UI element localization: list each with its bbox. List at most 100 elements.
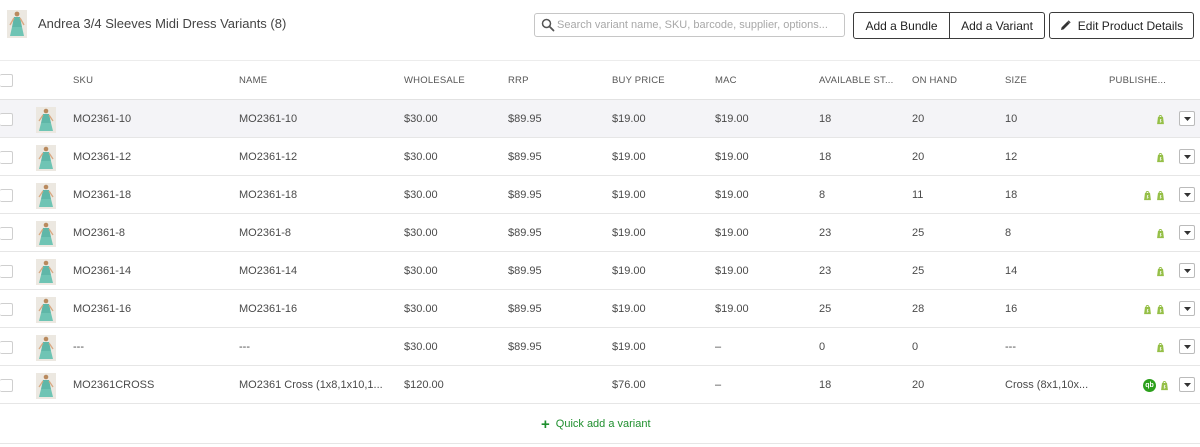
cell-buy-price: $19.00 [612,341,646,353]
cell-wholesale: $30.00 [404,151,438,163]
variant-thumbnail [36,373,56,399]
table-row[interactable]: MO2361-18 MO2361-18 $30.00 $89.95 $19.00 $19.… [0,176,1200,214]
add-bundle-button[interactable]: Add a Bundle [853,12,950,39]
cell-size: 12 [1005,151,1018,163]
cell-available-stock: 18 [819,379,832,391]
variant-thumbnail [36,297,56,323]
row-checkbox[interactable] [0,151,13,164]
cell-sku: --- [73,341,84,353]
select-all-checkbox[interactable] [0,74,13,87]
cell-buy-price: $19.00 [612,189,646,201]
row-actions-dropdown[interactable] [1179,111,1195,126]
variant-thumbnail [36,145,56,171]
cell-wholesale: $30.00 [404,303,438,315]
column-header-available-stock[interactable]: AVAILABLE ST... [819,75,893,86]
column-header-buy-price[interactable]: BUY PRICE [612,75,665,86]
cell-mac: $19.00 [715,189,749,201]
shopify-icon [1156,342,1165,353]
edit-product-details-button[interactable]: Edit Product Details [1049,12,1194,39]
cell-wholesale: $30.00 [404,189,438,201]
search-input[interactable] [557,16,841,34]
column-header-mac[interactable]: MAC [715,75,737,86]
cell-sku: MO2361-18 [73,189,132,201]
cell-buy-price: $19.00 [612,113,646,125]
row-checkbox[interactable] [0,227,13,240]
published-channels [1156,265,1165,277]
cell-size: Cross (8x1,10x... [1005,379,1089,391]
column-header-published[interactable]: PUBLISHE... [1109,75,1166,86]
row-actions-dropdown[interactable] [1179,339,1195,354]
quick-add-variant-link[interactable]: + Quick add a variant [541,417,651,432]
row-actions-dropdown[interactable] [1179,225,1195,240]
cell-on-hand: 11 [912,189,924,201]
cell-mac: – [715,341,722,353]
published-channels [1143,189,1165,201]
published-channels: qb [1143,378,1169,392]
column-header-size[interactable]: SIZE [1005,75,1027,86]
row-checkbox[interactable] [0,189,13,202]
row-actions-dropdown[interactable] [1179,187,1195,202]
cell-size: 8 [1005,227,1012,239]
cell-available-stock: 25 [819,303,832,315]
cell-mac: $19.00 [715,303,749,315]
column-header-name[interactable]: NAME [239,75,267,86]
caret-down-icon [1183,192,1191,197]
cell-wholesale: $30.00 [404,265,438,277]
cell-buy-price: $19.00 [612,151,646,163]
cell-size: --- [1005,341,1016,353]
cell-sku: MO2361-14 [73,265,132,277]
cell-name: MO2361 Cross (1x8,1x10,1... [239,379,383,391]
cell-available-stock: 23 [819,265,832,277]
table-row[interactable]: MO2361-12 MO2361-12 $30.00 $89.95 $19.00 $19.… [0,138,1200,176]
row-checkbox[interactable] [0,341,13,354]
caret-down-icon [1183,344,1191,349]
row-checkbox[interactable] [0,303,13,316]
cell-mac: $19.00 [715,113,749,125]
column-header-on-hand[interactable]: ON HAND [912,75,957,86]
row-actions-dropdown[interactable] [1179,149,1195,164]
cell-rrp: $89.95 [508,189,542,201]
cell-rrp: $89.95 [508,113,542,125]
table-row[interactable]: MO2361-14 MO2361-14 $30.00 $89.95 $19.00 $19.… [0,252,1200,290]
table-row[interactable]: MO2361CROSS MO2361 Cross (1x8,1x10,1... $1… [0,366,1200,404]
cell-wholesale: $30.00 [404,227,438,239]
cell-rrp: $89.95 [508,265,542,277]
table-row[interactable]: --- --- $30.00 $89.95 $19.00 – 0 0 --- [0,328,1200,366]
row-checkbox[interactable] [0,265,13,278]
cell-rrp: $89.95 [508,303,542,315]
row-actions-dropdown[interactable] [1179,377,1195,392]
row-actions-dropdown[interactable] [1179,301,1195,316]
cell-available-stock: 0 [819,341,826,353]
variant-thumbnail [36,259,56,285]
cell-buy-price: $19.00 [612,303,646,315]
column-header-sku[interactable]: SKU [73,75,93,86]
row-checkbox[interactable] [0,379,13,392]
cell-wholesale: $30.00 [404,341,438,353]
cell-available-stock: 23 [819,227,832,239]
column-header-wholesale[interactable]: WHOLESALE [404,75,465,86]
cell-rrp: $89.95 [508,341,542,353]
add-variant-button[interactable]: Add a Variant [949,12,1045,39]
table-row[interactable]: MO2361-10 MO2361-10 $30.00 $89.95 $19.00 $19.… [0,100,1200,138]
shopify-icon [1156,152,1165,163]
cell-sku: MO2361-10 [73,113,132,125]
shopify-icon [1156,228,1165,239]
caret-down-icon [1183,306,1191,311]
cell-mac: $19.00 [715,265,749,277]
quick-add-row: + Quick add a variant [0,406,1200,444]
cell-sku: MO2361-12 [73,151,132,163]
cell-name: MO2361-16 [239,303,298,315]
cell-name: MO2361-10 [239,113,298,125]
cell-on-hand: 20 [912,113,925,125]
row-checkbox[interactable] [0,113,13,126]
table-row[interactable]: MO2361-8 MO2361-8 $30.00 $89.95 $19.00 $19.00… [0,214,1200,252]
shopify-icon [1156,266,1165,277]
column-header-rrp[interactable]: RRP [508,75,529,86]
published-channels [1143,303,1165,315]
variant-thumbnail [36,335,56,361]
pencil-icon [1060,20,1071,30]
row-actions-dropdown[interactable] [1179,263,1195,278]
search-box[interactable] [534,13,845,37]
cell-buy-price: $76.00 [612,379,646,391]
table-row[interactable]: MO2361-16 MO2361-16 $30.00 $89.95 $19.00 $19.… [0,290,1200,328]
